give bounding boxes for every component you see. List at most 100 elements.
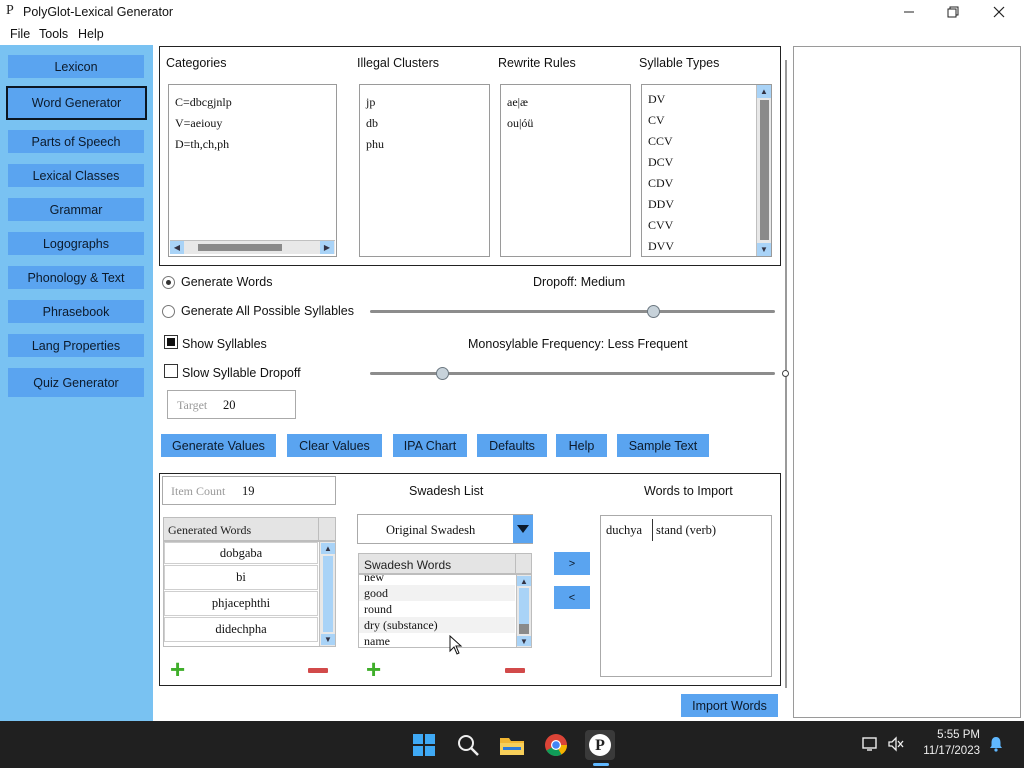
menu-help[interactable]: Help [78,27,104,41]
menu-tools[interactable]: Tools [39,27,68,41]
scroll-thumb[interactable] [760,100,769,240]
mono-slider-knob[interactable] [435,367,449,380]
windows-start-icon[interactable] [409,730,439,760]
volume-muted-icon[interactable] [887,736,905,755]
swadesh-word-row[interactable]: round [364,602,392,617]
scroll-down-icon[interactable]: ▼ [757,243,771,256]
sidebar-item-parts-of-speech[interactable]: Parts of Speech [8,130,144,153]
dropoff-slider-knob[interactable] [646,305,660,318]
sidebar-item-phonology-text[interactable]: Phonology & Text [8,266,144,289]
swadesh-vscrollbar[interactable]: ▲ ▼ [516,575,531,647]
swadesh-word-row[interactable]: name [364,634,390,647]
syllable-types-textarea[interactable]: DV CV CCV DCV CDV DDV CVV DVV ▲ ▼ [641,84,772,257]
add-swadesh-word-icon[interactable]: + [366,656,381,682]
sidebar-item-lexical-classes[interactable]: Lexical Classes [8,164,144,187]
mouse-cursor-icon [449,635,463,655]
dropdown-button[interactable] [513,515,533,543]
app-icon: P [6,3,14,18]
generated-vscrollbar[interactable]: ▲ ▼ [319,542,335,646]
clock-date[interactable]: 11/17/2023 [912,745,980,757]
title-bar: P PolyGlot-Lexical Generator [0,0,1024,24]
scroll-left-icon[interactable]: ◀ [170,241,184,254]
sidebar-item-word-generator[interactable]: Word Generator [6,86,147,120]
sidebar-item-logographs[interactable]: Logographs [8,232,144,255]
network-icon[interactable] [862,736,880,755]
mono-slider-track[interactable] [370,372,775,375]
search-icon[interactable] [453,730,483,760]
rewrite-rules-textarea[interactable]: ae|æ ou|óü [500,84,631,257]
show-syllables-checkbox[interactable] [164,335,178,349]
clock-time[interactable]: 5:55 PM [912,729,980,741]
scroll-down-icon[interactable]: ▼ [517,636,531,646]
generated-word-row[interactable]: didechpha [164,617,318,642]
words-to-import-list[interactable]: duchya stand (verb) [600,515,772,677]
illegal-clusters-textarea[interactable]: jp db phu [359,84,490,257]
import-words-button[interactable]: Import Words [681,694,778,717]
sidebar-item-lang-properties[interactable]: Lang Properties [8,334,144,357]
move-left-button[interactable]: < [554,586,590,609]
window-title: PolyGlot-Lexical Generator [23,5,174,19]
words-to-import-title: Words to Import [644,484,733,498]
sidebar-item-phrasebook[interactable]: Phrasebook [8,300,144,323]
categories-textarea[interactable]: C=dbcgjnlp V=aeiouy D=th,ch,ph ◀ ▶ [168,84,337,257]
remove-generated-word-icon[interactable] [308,668,328,673]
divider-handle-icon[interactable] [782,370,789,377]
scroll-down-icon[interactable]: ▼ [321,634,335,645]
mono-frequency-label: Monosylable Frequency: Less Frequent [468,337,688,351]
clear-values-button[interactable]: Clear Values [287,434,382,457]
defaults-button[interactable]: Defaults [477,434,547,457]
sidebar-item-lexicon[interactable]: Lexicon [8,55,144,78]
generate-syllables-radio[interactable] [162,305,175,318]
category-line: D=th,ch,ph [175,137,230,151]
generated-word-row[interactable]: bi [164,565,318,590]
scroll-thumb[interactable] [519,624,529,634]
scroll-right-icon[interactable]: ▶ [320,241,334,254]
item-count-field[interactable]: Item Count 19 [162,476,336,505]
generate-words-radio[interactable] [162,276,175,289]
close-icon [993,6,1005,18]
minimize-button[interactable] [886,0,932,24]
scroll-thumb[interactable] [198,244,282,251]
import-word: duchya [606,523,643,537]
polyglot-icon[interactable]: P [585,730,615,760]
syllable-vscrollbar[interactable]: ▲ ▼ [756,85,771,256]
scroll-thumb[interactable] [323,556,333,632]
swadesh-words-header-label: Swadesh Words [364,558,452,572]
generate-values-button[interactable]: Generate Values [161,434,276,457]
generated-words-header[interactable]: Generated Words [163,517,336,541]
sample-text-button[interactable]: Sample Text [617,434,709,457]
swadesh-words-header[interactable]: Swadesh Words [358,553,532,574]
swadesh-words-list[interactable]: new good round dry (substance) name ▲ ▼ [358,574,532,648]
add-generated-word-icon[interactable]: + [170,656,185,682]
restore-button[interactable] [930,0,976,24]
notification-bell-icon[interactable] [988,736,1004,755]
help-button[interactable]: Help [556,434,607,457]
rewrite-rules-title: Rewrite Rules [498,56,576,70]
target-field[interactable]: Target 20 [167,390,296,419]
menu-file[interactable]: File [10,27,30,41]
close-button[interactable] [976,0,1022,24]
chrome-icon[interactable] [541,730,571,760]
generated-words-list[interactable]: dobgaba bi phjacephthi didechpha ▲ ▼ [163,541,336,647]
ipa-chart-button[interactable]: IPA Chart [393,434,467,457]
generated-words-header-label: Generated Words [168,523,252,537]
dropoff-slider-track[interactable] [370,310,775,313]
swadesh-dropdown[interactable]: Original Swadesh [357,514,533,544]
slow-dropoff-checkbox[interactable] [164,364,178,378]
move-right-button[interactable]: > [554,552,590,575]
swadesh-word-row[interactable]: new [364,575,384,585]
sidebar-item-quiz-generator[interactable]: Quiz Generator [8,368,144,397]
file-explorer-icon[interactable] [497,730,527,760]
generated-word-row[interactable]: phjacephthi [164,591,318,616]
cluster-line: phu [366,137,384,151]
categories-hscrollbar[interactable]: ◀ ▶ [170,240,335,254]
scroll-up-icon[interactable]: ▲ [517,576,531,586]
import-row[interactable]: duchya stand (verb) [601,516,771,544]
swadesh-word-row[interactable]: good [364,586,388,601]
sidebar-item-grammar[interactable]: Grammar [8,198,144,221]
remove-swadesh-word-icon[interactable] [505,668,525,673]
scroll-up-icon[interactable]: ▲ [321,543,335,554]
generated-word-row[interactable]: dobgaba [164,542,318,564]
swadesh-word-row[interactable]: dry (substance) [364,618,438,633]
scroll-up-icon[interactable]: ▲ [757,85,771,98]
